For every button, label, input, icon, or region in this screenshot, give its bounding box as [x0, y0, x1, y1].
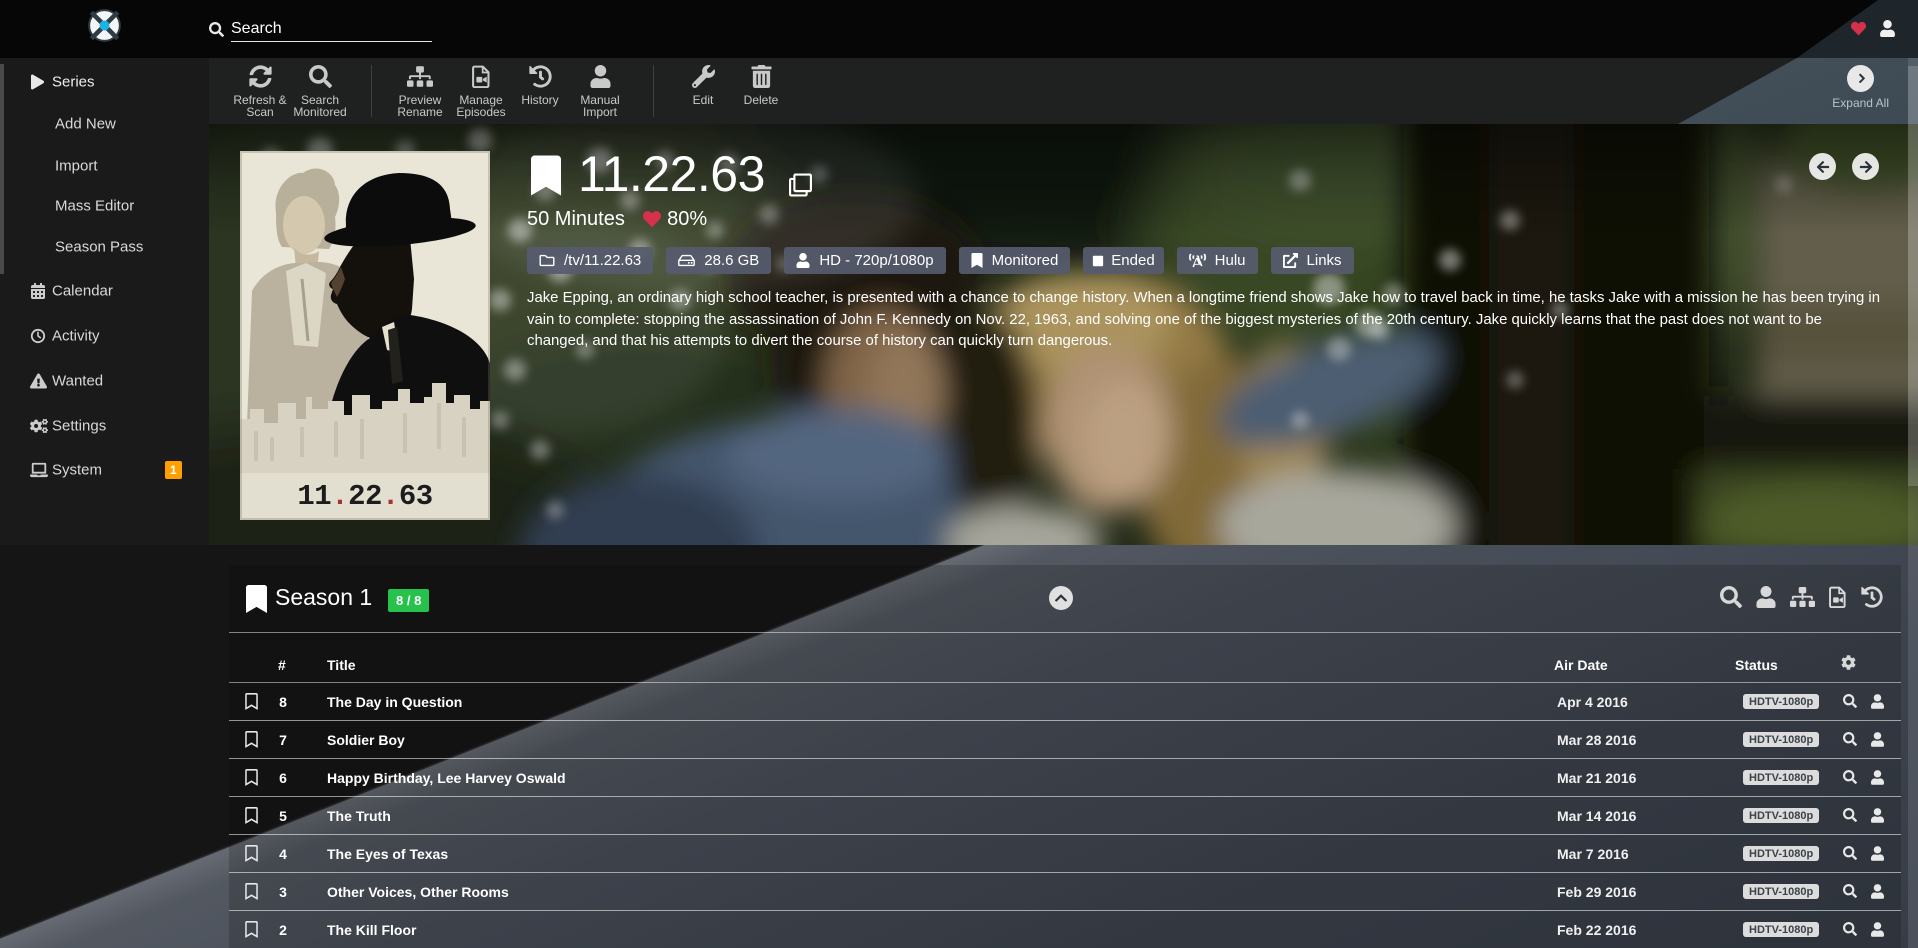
svg-text:11.22.63: 11.22.63 [297, 480, 432, 513]
